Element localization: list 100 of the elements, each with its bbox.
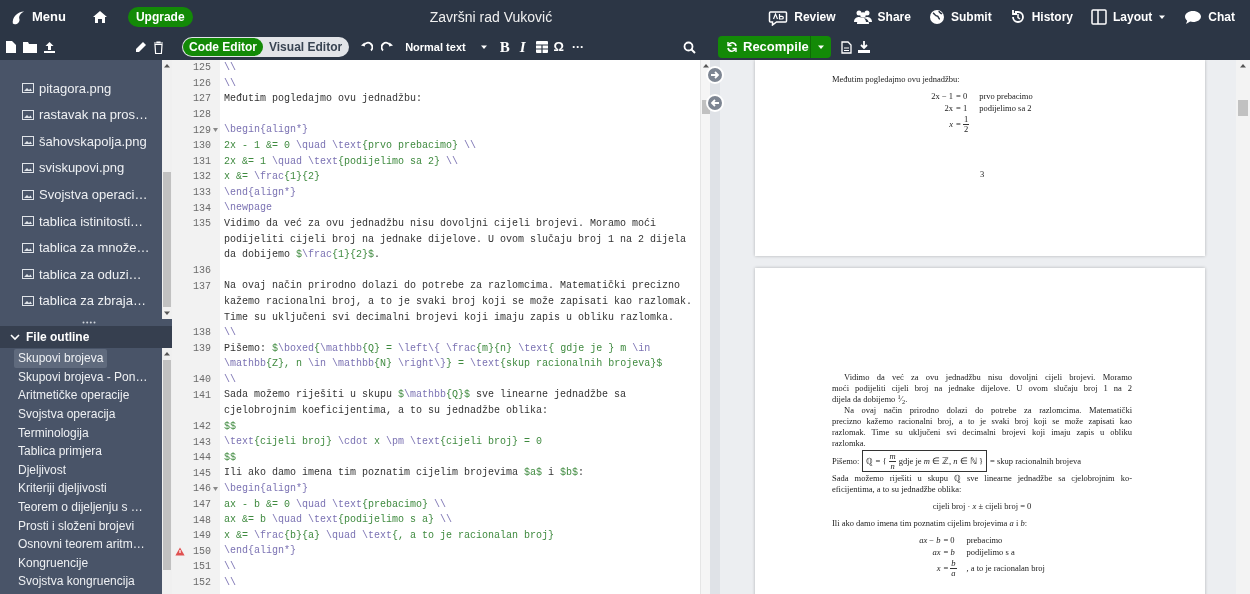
search-icon[interactable] xyxy=(683,40,696,54)
folder-icon[interactable] xyxy=(23,41,37,53)
line-number: 152 xyxy=(193,575,211,590)
undo-icon[interactable] xyxy=(361,41,374,53)
scrollbar-thumb[interactable] xyxy=(1238,100,1248,116)
new-file-icon[interactable] xyxy=(5,40,17,54)
outline-item[interactable]: Djeljivost xyxy=(14,460,162,480)
resize-handle-icon[interactable] xyxy=(82,321,96,324)
equation-note: prebacimo xyxy=(965,535,1004,546)
review-icon xyxy=(768,8,789,26)
upload-icon[interactable] xyxy=(43,40,56,54)
submit-button[interactable]: Submit xyxy=(919,4,1001,30)
outline-item[interactable]: Aritmetičke operacije xyxy=(14,386,162,405)
pdf-paragraph: Na ovaj način prirodno dolazi do potrebe za razlomcima. Matematički precizno kažemo racionalni broj, a to je svaki broj koji se može zapisati kao razlomak. Time su uključeni svi decimalni brojevi koji imaju zapis u obliku razlomka. xyxy=(832,405,1132,449)
line-number: 130 xyxy=(193,139,211,154)
file-tree-item[interactable]: sviskupovi.png xyxy=(22,154,162,182)
line-number: 136 xyxy=(193,264,211,278)
pencil-icon[interactable] xyxy=(135,41,147,53)
scrollbar-thumb[interactable] xyxy=(701,100,710,114)
scrollbar[interactable] xyxy=(700,60,710,594)
file-tree-item[interactable]: tablica za oduzi… xyxy=(22,261,162,288)
line-number: 147 xyxy=(193,497,211,512)
refresh-icon xyxy=(726,41,738,53)
menu-button[interactable]: Menu xyxy=(6,7,70,27)
outline-item[interactable]: Osnovni teorem aritm… xyxy=(14,534,162,554)
home-icon xyxy=(91,9,108,25)
chat-button[interactable]: Chat xyxy=(1175,4,1244,30)
outline-item[interactable]: Tablica primjera xyxy=(14,441,162,461)
line-number: 134 xyxy=(193,201,211,216)
share-button[interactable]: Share xyxy=(844,4,920,30)
file-tree-item[interactable]: tablica za množe… xyxy=(22,234,162,262)
upgrade-button[interactable]: Upgrade xyxy=(127,7,193,27)
outline-item[interactable]: Skupovi brojeva xyxy=(14,349,108,368)
warning-icon xyxy=(175,546,185,556)
download-icon[interactable] xyxy=(858,41,870,53)
review-button[interactable]: Review xyxy=(759,4,845,30)
outline-item[interactable]: Kongruencije xyxy=(14,553,162,573)
pdf-text: = skup racionalnih brojeva xyxy=(990,455,1081,467)
file-tree-item[interactable]: šahovskapolja.png xyxy=(22,128,162,155)
fold-arrow-icon[interactable] xyxy=(213,128,218,133)
pdf-paragraph: Međutim pogledajmo ovu jednadžbu: xyxy=(832,74,961,85)
outline-item[interactable]: Skupovi brojeva - Pon… xyxy=(14,367,162,387)
trash-icon[interactable] xyxy=(153,40,164,54)
line-number: 129 xyxy=(193,123,211,138)
scroll-up-icon xyxy=(163,350,171,358)
code-line: 2x - 1 &= 0 \quad \text{prvo prebacimo} \\ xyxy=(224,138,477,153)
scrollbar[interactable] xyxy=(1236,60,1250,594)
outline-item[interactable]: Prosti i složeni brojevi xyxy=(14,516,162,535)
line-number: 146 xyxy=(193,482,211,497)
text-style-dropdown[interactable]: Normal text xyxy=(405,38,488,56)
outline-item[interactable]: Svojstva kongruencija xyxy=(14,572,162,591)
scrollbar[interactable] xyxy=(162,348,172,594)
math-expression: = 1 xyxy=(955,103,969,114)
bold-button[interactable]: B xyxy=(499,35,510,59)
file-tree-item[interactable]: Svojstva operaci… xyxy=(22,181,162,208)
document-icon[interactable] xyxy=(841,40,852,54)
line-number: 143 xyxy=(193,435,211,450)
outline-item[interactable]: Kriteriji djeljivosti xyxy=(14,479,162,498)
more-button[interactable]: ··· xyxy=(571,38,584,56)
editor-mode-tab[interactable]: Code Editor xyxy=(183,38,263,56)
line-number: 145 xyxy=(193,466,211,481)
outline-item[interactable]: Svojstva operacija xyxy=(14,404,162,424)
line-number: 135 xyxy=(193,217,211,232)
code-line: \\ xyxy=(224,76,236,91)
redo-icon[interactable] xyxy=(381,41,394,53)
file-tree-item[interactable]: pitagora.png xyxy=(22,75,162,102)
file-tree-item[interactable]: tablica za zbraja… xyxy=(22,287,162,315)
scrollbar[interactable] xyxy=(162,60,172,319)
outline-item[interactable]: Teorem o dijeljenju s … xyxy=(14,497,162,517)
code-line: Na ovaj način prirodno dolazi do potrebe za razlomcima. Matematički precizno xyxy=(224,279,681,294)
caret-icon xyxy=(817,43,825,51)
code-line: Međutim pogledajmo ovu jednadžbu: xyxy=(224,92,423,107)
code-line: podijeliti cijeli broj na jednake dijelove. U ovom slučaju broj 1 na 2 dijela xyxy=(224,232,687,247)
history-button[interactable]: History xyxy=(1000,4,1082,30)
code-line: x &= \frac{1}{2} xyxy=(224,170,321,185)
line-number: 148 xyxy=(193,513,211,528)
scrollbar-thumb[interactable] xyxy=(163,360,171,570)
scroll-down-icon xyxy=(163,309,171,317)
scrollbar-thumb[interactable] xyxy=(163,172,171,307)
pdf-text: Pišemo: xyxy=(832,455,860,467)
scroll-up-icon xyxy=(163,62,171,70)
outline-item[interactable]: Terminologija xyxy=(14,423,162,442)
code-line: \mathbb{Z}, n \in \mathbb{N} \right\}} = \text{skup racionalnih brojeva}$ xyxy=(224,357,663,372)
editor-mode-tab[interactable]: Visual Editor xyxy=(263,38,349,56)
scroll-up-icon xyxy=(701,62,710,70)
recompile-options-button[interactable] xyxy=(810,36,831,58)
layout-button[interactable]: Layout xyxy=(1082,4,1176,30)
symbol-button[interactable]: Ω xyxy=(553,37,564,57)
code-line: $$ xyxy=(224,419,236,434)
line-number: 140 xyxy=(193,373,211,388)
code-line: cjelobrojnim koeficijentima, a to su jednadžbe oblika: xyxy=(224,404,549,419)
italic-button[interactable]: I xyxy=(519,35,526,59)
code-line: \begin{align*} xyxy=(224,123,308,138)
pdf-paragraph: Sada možemo riješiti u skupu ℚ sve linearne jednadžbe sa cjelobrojnim ko- eficijentima, a to su jednadžbe oblika: xyxy=(832,473,1132,495)
file-outline-header[interactable]: File outline xyxy=(0,326,172,348)
file-tree-item[interactable]: rastavak na pros… xyxy=(22,101,162,129)
table-icon[interactable] xyxy=(535,41,548,53)
recompile-button[interactable]: Recompile xyxy=(718,36,810,58)
fold-arrow-icon[interactable] xyxy=(213,486,218,491)
file-tree-item[interactable]: tablica istinitosti… xyxy=(22,207,162,235)
